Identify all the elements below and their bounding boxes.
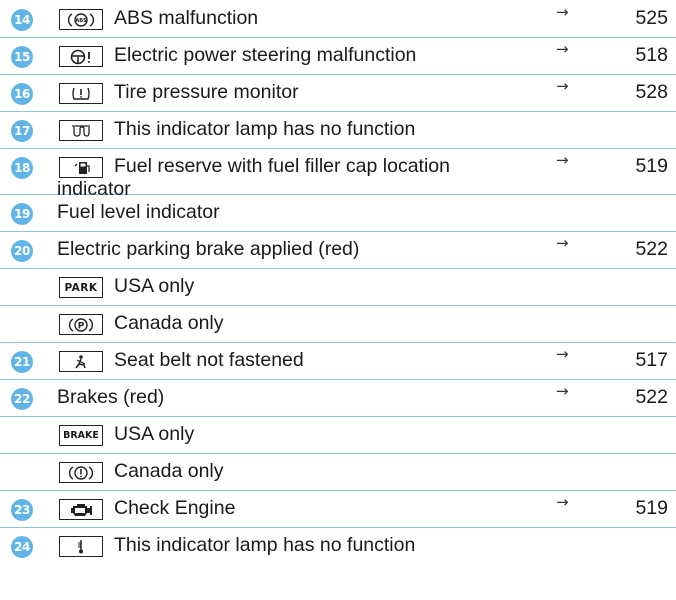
row-number-badge: 20 [11, 240, 33, 262]
brake-label: BRAKE [63, 430, 99, 441]
page-ref-arrow: → [556, 3, 569, 21]
brake-text-icon: BRAKE [59, 425, 103, 446]
table-row: 22 Brakes (red) → 522 [0, 379, 676, 417]
table-row: 19 Fuel level indicator [0, 194, 676, 232]
page-number: 517 [635, 349, 668, 371]
page-number: 528 [635, 81, 668, 103]
row-text: Canada only [114, 312, 224, 334]
row-text: This indicator lamp has no function [114, 118, 416, 140]
page-number: 519 [635, 155, 668, 177]
row-number-badge: 17 [11, 120, 33, 142]
table-row: Canada only [0, 453, 676, 491]
page-ref-arrow: → [556, 493, 569, 511]
row-number-badge: 19 [11, 203, 33, 225]
svg-text:P: P [78, 321, 85, 331]
power-steering-icon [59, 46, 103, 67]
row-number-badge: 18 [11, 157, 33, 179]
page-number: 518 [635, 44, 668, 66]
check-engine-icon [59, 499, 103, 520]
row-text: USA only [114, 423, 195, 445]
row-text: Electric power steering malfunction [114, 44, 417, 66]
page-ref-arrow: → [556, 234, 569, 252]
park-text-icon: PARK [59, 277, 103, 298]
svg-text:ABS: ABS [75, 18, 87, 24]
table-row: 14 ABS ABS malfunction → 525 [0, 0, 676, 38]
row-number-badge: 24 [11, 536, 33, 558]
page-ref-arrow: → [556, 382, 569, 400]
row-text: Electric parking brake applied (red) [57, 238, 360, 260]
table-row: 16 Tire pressure monitor → 528 [0, 74, 676, 112]
row-number-badge: 15 [11, 46, 33, 68]
glow-plug-icon [59, 120, 103, 141]
table-row: 20 Electric parking brake applied (red) … [0, 231, 676, 269]
parking-circle-icon: P [59, 314, 103, 335]
table-row: P Canada only [0, 305, 676, 343]
table-row: BRAKE USA only [0, 416, 676, 454]
row-text: Canada only [114, 460, 224, 482]
page-ref-arrow: → [556, 151, 569, 169]
row-number-badge: 16 [11, 83, 33, 105]
brake-warning-icon [59, 462, 103, 483]
row-text: USA only [114, 275, 195, 297]
page-ref-arrow: → [556, 345, 569, 363]
tire-pressure-icon [59, 83, 103, 104]
table-row: PARK USA only [0, 268, 676, 306]
table-row: 24 This indicator lamp has no function [0, 527, 676, 564]
row-text: Brakes (red) [57, 386, 165, 408]
row-text: ABS malfunction [114, 7, 259, 29]
page-ref-arrow: → [556, 40, 569, 58]
abs-icon: ABS [59, 9, 103, 30]
table-row: 21 Seat belt not fastened → 517 [0, 342, 676, 380]
table-row: 23 Check Engine → 519 [0, 490, 676, 528]
page-number: 522 [635, 238, 668, 260]
table-row: 17 This indicator lamp has no function [0, 111, 676, 149]
row-text: Seat belt not fastened [114, 349, 304, 371]
seat-belt-icon [59, 351, 103, 372]
table-row: 15 Electric power steering malfunction →… [0, 37, 676, 75]
table-row: 18 Fuel reserve with fuel filler cap loc… [0, 148, 676, 200]
coolant-icon [59, 536, 103, 557]
park-label: PARK [64, 281, 98, 294]
page-number: 522 [635, 386, 668, 408]
row-number-badge: 21 [11, 351, 33, 373]
page-number: 519 [635, 497, 668, 519]
row-text: Fuel level indicator [57, 201, 220, 223]
page-number: 525 [635, 7, 668, 29]
row-text: Check Engine [114, 497, 236, 519]
row-number-badge: 23 [11, 499, 33, 521]
row-text: Tire pressure monitor [114, 81, 299, 103]
page-ref-arrow: → [556, 77, 569, 95]
row-number-badge: 14 [11, 9, 33, 31]
row-text: This indicator lamp has no function [114, 534, 416, 556]
row-number-badge: 22 [11, 388, 33, 410]
